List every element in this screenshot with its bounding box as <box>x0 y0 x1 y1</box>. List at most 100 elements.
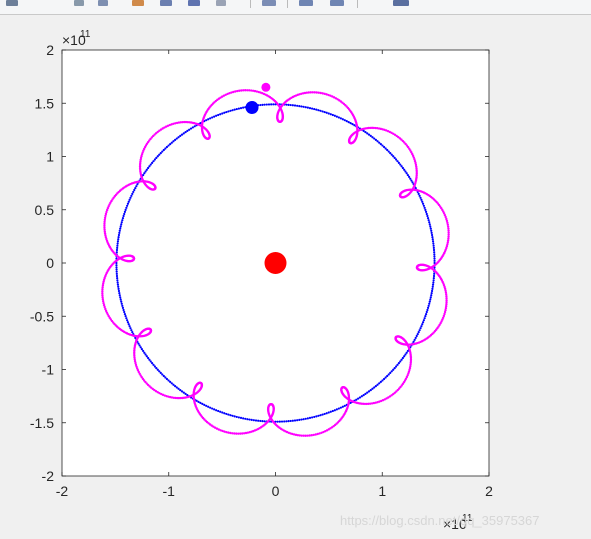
orbit-point <box>404 170 407 173</box>
orbit-point <box>421 323 424 326</box>
moon-path-point <box>227 431 230 434</box>
orbit-point <box>231 414 234 417</box>
orbit-point <box>406 173 410 177</box>
orbit-point <box>115 266 118 269</box>
orbit-point <box>133 188 136 192</box>
orbit-point <box>321 413 324 416</box>
orbit-point <box>339 117 342 120</box>
orbit-point <box>244 417 247 420</box>
toolbar-button[interactable] <box>74 0 84 6</box>
orbit-point <box>276 420 279 423</box>
orbit-point <box>137 342 140 345</box>
orbit-point <box>205 404 208 407</box>
toolbar-button[interactable] <box>98 0 108 6</box>
orbit-point <box>403 355 406 358</box>
x-tick-label: -1 <box>163 483 176 499</box>
orbit-point <box>130 329 133 332</box>
y-tick-label: 2 <box>46 42 54 58</box>
orbit-point <box>217 113 220 117</box>
orbit-point <box>300 105 303 108</box>
orbit-point <box>239 416 243 420</box>
orbit-point <box>287 103 290 106</box>
orbit-point <box>121 306 125 309</box>
earth-marker <box>245 101 259 115</box>
orbit-point <box>409 177 412 180</box>
orbit-point <box>191 126 194 129</box>
orbit-point <box>422 319 425 322</box>
orbit-point <box>323 110 326 114</box>
y-tick-label: 0.5 <box>35 202 55 218</box>
toolbar-button[interactable] <box>132 0 144 6</box>
orbit-point <box>331 409 334 413</box>
orbit-point <box>343 119 346 122</box>
orbit-point <box>335 115 338 118</box>
orbit-point <box>325 111 328 114</box>
orbit-point <box>367 133 371 136</box>
orbit-point <box>225 412 228 416</box>
orbit-point <box>144 170 147 173</box>
orbit-point <box>116 277 119 280</box>
orbit-point <box>421 200 424 203</box>
orbit-point <box>123 210 127 214</box>
moon-path-point <box>238 89 241 92</box>
orbit-point <box>432 244 435 247</box>
orbit-point <box>424 208 427 211</box>
orbit-point <box>319 414 322 417</box>
toolbar-button[interactable] <box>393 0 409 6</box>
orbit-point <box>431 236 434 239</box>
orbit-point <box>259 419 262 423</box>
orbit-point <box>280 420 284 423</box>
toolbar-button[interactable] <box>216 0 226 6</box>
orbit-point <box>147 356 150 360</box>
orbit-point <box>184 131 187 134</box>
orbit-point <box>429 298 432 301</box>
orbit-point <box>131 331 134 334</box>
orbit-point <box>197 400 200 403</box>
orbit-point <box>306 417 309 420</box>
orbit-point <box>291 419 294 422</box>
orbit-point <box>233 415 236 418</box>
orbit-point <box>125 206 128 209</box>
orbit-point <box>364 392 367 395</box>
orbit-point <box>116 279 119 282</box>
orbit-point <box>207 118 210 121</box>
orbit-point <box>121 217 125 220</box>
orbit-point <box>413 338 416 341</box>
orbit-point <box>319 109 322 112</box>
orbit-point <box>333 114 336 117</box>
orbit-point <box>128 198 131 201</box>
orbit-point <box>426 308 429 312</box>
toolbar-button[interactable] <box>188 0 200 6</box>
orbit-point <box>272 103 275 106</box>
orbit-point <box>201 402 204 405</box>
orbit-point <box>263 420 266 423</box>
orbit-point <box>430 294 433 297</box>
orbit-point <box>121 219 124 222</box>
orbit-point <box>293 419 297 422</box>
orbit-point <box>347 121 350 124</box>
orbit-point <box>127 200 130 203</box>
y-tick-label: -0.5 <box>30 308 54 324</box>
orbit-point <box>211 116 214 119</box>
orbit-point <box>285 420 288 423</box>
orbit-point <box>341 405 344 408</box>
moon-path-point <box>101 299 105 303</box>
orbit-point <box>355 398 358 401</box>
orbit-point <box>432 279 435 282</box>
toolbar-button[interactable] <box>160 0 172 6</box>
orbit-point <box>239 106 243 110</box>
orbit-point <box>417 192 420 195</box>
orbit-point <box>317 109 320 112</box>
orbit-point <box>143 351 146 354</box>
toolbar-button[interactable] <box>6 0 18 6</box>
orbit-point <box>291 104 294 107</box>
orbit-point <box>148 165 151 168</box>
orbit-point <box>327 112 330 115</box>
toolbar-button[interactable] <box>299 0 313 6</box>
toolbar-button[interactable] <box>330 0 344 6</box>
orbit-point <box>116 244 119 247</box>
orbit-point <box>317 414 320 417</box>
orbit-point <box>429 225 432 228</box>
orbit-point <box>115 264 118 267</box>
toolbar-button[interactable] <box>262 0 276 6</box>
